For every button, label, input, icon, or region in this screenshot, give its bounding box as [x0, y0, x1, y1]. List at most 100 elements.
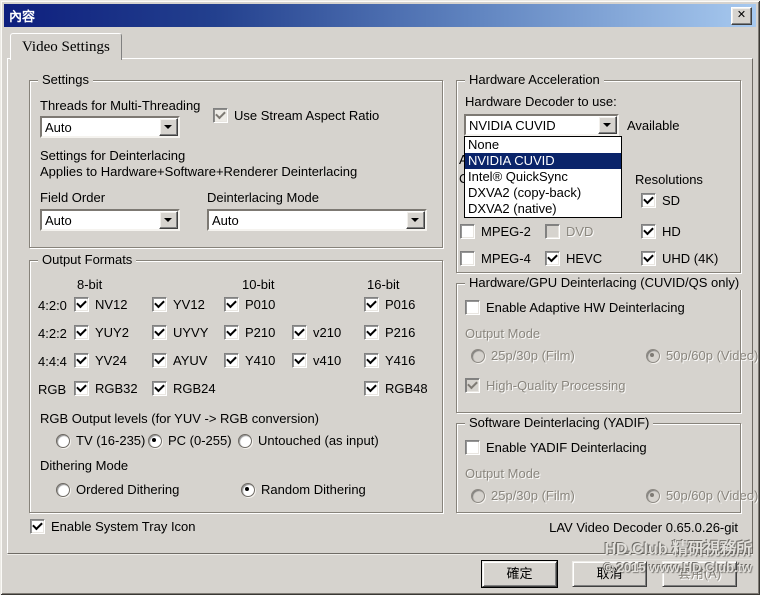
codec-label: HEVC [566, 251, 602, 266]
checkbox-box [74, 297, 89, 312]
radio-pc-levels[interactable]: PC (0-255) [148, 433, 232, 448]
enable-system-tray-checkbox[interactable]: Enable System Tray Icon [30, 519, 196, 534]
enable-adaptive-hw-deint-checkbox[interactable]: Enable Adaptive HW Deinterlacing [465, 300, 685, 315]
format-checkbox-uyvy[interactable]: UYVY [152, 325, 208, 340]
apply-button[interactable]: 套用(A) [662, 561, 737, 587]
radio-untouched-levels[interactable]: Untouched (as input) [238, 433, 379, 448]
dropdown-option-dxva2-copyback[interactable]: DXVA2 (copy-back) [465, 185, 621, 201]
hw-radio-video[interactable]: 50p/60p (Video) [646, 348, 758, 363]
checkbox-box [152, 381, 167, 396]
dropdown-option-dxva2-native[interactable]: DXVA2 (native) [465, 201, 621, 217]
format-checkbox-y410[interactable]: Y410 [224, 353, 275, 368]
format-label: Y416 [385, 353, 415, 368]
format-checkbox-rgb48[interactable]: RGB48 [364, 381, 428, 396]
format-label: P010 [245, 297, 275, 312]
close-button[interactable]: ✕ [731, 7, 752, 25]
column-header-16bit: 16-bit [367, 277, 400, 292]
format-checkbox-ayuv[interactable]: AYUV [152, 353, 207, 368]
codec-checkbox-mpeg4[interactable]: MPEG-4 [460, 251, 531, 266]
checkbox-box [152, 325, 167, 340]
chevron-down-icon[interactable] [159, 118, 178, 136]
format-checkbox-p016[interactable]: P016 [364, 297, 415, 312]
checkbox-box [460, 251, 475, 266]
format-checkbox-rgb24[interactable]: RGB24 [152, 381, 216, 396]
codec-label: MPEG-4 [481, 251, 531, 266]
output-formats-group-title: Output Formats [38, 253, 136, 267]
checkbox-box [74, 353, 89, 368]
use-stream-aspect-checkbox[interactable]: Use Stream Aspect Ratio [213, 108, 379, 123]
resolution-label: SD [662, 193, 680, 208]
ok-button[interactable]: 確定 [482, 561, 557, 587]
radio-random-dithering[interactable]: Random Dithering [241, 482, 366, 497]
row-label-rgb: RGB [38, 382, 66, 397]
format-label: v410 [313, 353, 341, 368]
radio-circle [471, 349, 485, 363]
chevron-down-icon[interactable] [406, 211, 425, 229]
sw-radio-video[interactable]: 50p/60p (Video) [646, 488, 758, 503]
radio-label: TV (16-235) [76, 433, 145, 448]
hw-radio-film[interactable]: 25p/30p (Film) [471, 348, 575, 363]
radio-circle [241, 483, 255, 497]
codec-checkbox-mpeg2[interactable]: MPEG-2 [460, 224, 531, 239]
dropdown-option-nvidia-cuvid[interactable]: NVIDIA CUVID [465, 153, 621, 169]
deinterlacing-mode-combobox[interactable]: Auto [207, 209, 427, 231]
threads-combobox[interactable]: Auto [40, 116, 180, 138]
format-checkbox-v410[interactable]: v410 [292, 353, 341, 368]
radio-label: 25p/30p (Film) [491, 348, 575, 363]
format-checkbox-p010[interactable]: P010 [224, 297, 275, 312]
format-checkbox-rgb32[interactable]: RGB32 [74, 381, 138, 396]
radio-ordered-dithering[interactable]: Ordered Dithering [56, 482, 179, 497]
hw-decoder-label: Hardware Decoder to use: [465, 94, 617, 109]
checkbox-box [30, 519, 45, 534]
deinterlacing-subheading: Applies to Hardware+Software+Renderer De… [40, 164, 357, 179]
resolution-checkbox-sd[interactable]: SD [641, 193, 680, 208]
resolution-checkbox-uhd[interactable]: UHD (4K) [641, 251, 718, 266]
close-icon: ✕ [737, 9, 746, 21]
row-label-444: 4:4:4 [38, 354, 67, 369]
resolution-checkbox-hd[interactable]: HD [641, 224, 681, 239]
chevron-down-icon[interactable] [159, 211, 178, 229]
format-checkbox-yv12[interactable]: YV12 [152, 297, 205, 312]
dropdown-option-none[interactable]: None [465, 137, 621, 153]
format-checkbox-y416[interactable]: Y416 [364, 353, 415, 368]
available-status-label: Available [627, 118, 680, 133]
hw-gpu-deinterlacing-group-title: Hardware/GPU Deinterlacing (CUVID/QS onl… [465, 276, 743, 290]
format-label: YUY2 [95, 325, 129, 340]
dropdown-option-intel-quicksync[interactable]: Intel® QuickSync [465, 169, 621, 185]
format-checkbox-yv24[interactable]: YV24 [74, 353, 127, 368]
format-checkbox-v210[interactable]: v210 [292, 325, 341, 340]
resolutions-heading-label: Resolutions [635, 172, 703, 187]
field-order-label: Field Order [40, 190, 105, 205]
cancel-button[interactable]: 取消 [572, 561, 647, 587]
tab-video-settings[interactable]: Video Settings [10, 33, 122, 60]
checkbox-box [460, 224, 475, 239]
codec-checkbox-dvd[interactable]: DVD [545, 224, 593, 239]
hw-output-mode-label: Output Mode [465, 326, 540, 341]
threads-combobox-value: Auto [45, 120, 158, 135]
checkbox-box [292, 353, 307, 368]
sw-radio-film[interactable]: 25p/30p (Film) [471, 488, 575, 503]
hw-decoder-combobox[interactable]: NVIDIA CUVID [464, 114, 619, 136]
format-checkbox-p216[interactable]: P216 [364, 325, 415, 340]
radio-circle [148, 434, 162, 448]
hardware-acceleration-group-title: Hardware Acceleration [465, 73, 604, 87]
tab-page: Settings Threads for Multi-Threading Aut… [7, 58, 753, 554]
checkbox-box [364, 381, 379, 396]
high-quality-processing-checkbox[interactable]: High-Quality Processing [465, 378, 625, 393]
format-checkbox-yuy2[interactable]: YUY2 [74, 325, 129, 340]
hw-gpu-deinterlacing-group: Hardware/GPU Deinterlacing (CUVID/QS onl… [456, 283, 741, 413]
chevron-down-icon[interactable] [598, 116, 617, 134]
threads-label: Threads for Multi-Threading [40, 98, 200, 113]
format-label: RGB32 [95, 381, 138, 396]
dithering-mode-label: Dithering Mode [40, 458, 128, 473]
checkbox-box [641, 224, 656, 239]
enable-yadif-checkbox[interactable]: Enable YADIF Deinterlacing [465, 440, 647, 455]
format-checkbox-nv12[interactable]: NV12 [74, 297, 128, 312]
radio-tv-levels[interactable]: TV (16-235) [56, 433, 145, 448]
field-order-combobox[interactable]: Auto [40, 209, 180, 231]
field-order-combobox-value: Auto [45, 213, 158, 228]
format-checkbox-p210[interactable]: P210 [224, 325, 275, 340]
codec-checkbox-hevc[interactable]: HEVC [545, 251, 602, 266]
format-label: RGB48 [385, 381, 428, 396]
settings-group-title: Settings [38, 73, 93, 87]
